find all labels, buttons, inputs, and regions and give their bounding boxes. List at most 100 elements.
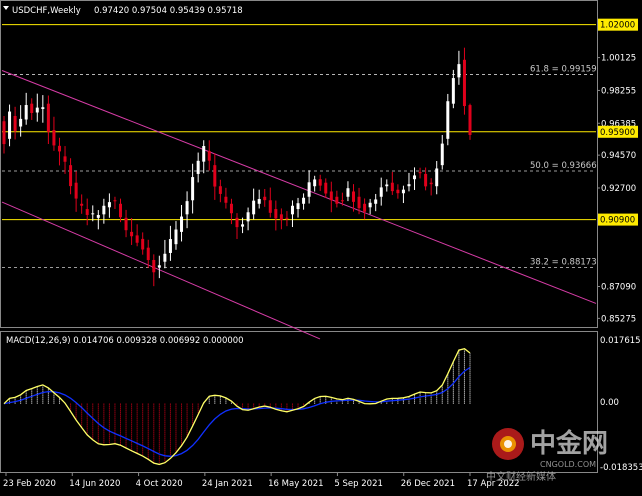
macd-main-line: [3, 347, 471, 466]
macd-axis-zero: 0.00: [600, 398, 619, 408]
candle-body: [96, 215, 100, 218]
watermark-tagline: 中文财经新媒体: [486, 470, 556, 483]
channel-lower-line: [1, 201, 321, 340]
candle-body: [124, 217, 128, 231]
x-tick-label: 16 May 2021: [268, 479, 323, 489]
candle-body: [318, 179, 322, 186]
candle-body: [191, 177, 195, 201]
macd-label: MACD(12,26,9) 0.014706 0.009328 0.006992…: [6, 336, 244, 346]
candle-body: [24, 105, 28, 120]
candle-body: [379, 187, 383, 197]
candle-body: [196, 160, 200, 174]
candle-body: [307, 182, 311, 197]
candle-body: [363, 203, 367, 212]
y-tick-label: 0.85275: [601, 314, 636, 324]
macd-axis-bottom: -0.018353: [600, 463, 642, 473]
candle-body: [252, 200, 256, 215]
candle-body: [274, 209, 278, 219]
y-tick-label: 0.94570: [601, 151, 636, 161]
watermark-brand: 中金网: [530, 428, 608, 459]
candle-body: [446, 101, 450, 139]
chart-svg: USDCHF,Weekly 0.97420 0.97504 0.95439 0.…: [0, 0, 642, 489]
candle-body: [63, 156, 67, 162]
candle-body: [429, 182, 433, 185]
candle-body: [296, 203, 300, 210]
candle-body: [2, 121, 6, 145]
x-tick-label: 26 Dec 2021: [401, 479, 455, 489]
candle-body: [180, 216, 184, 232]
candle-body: [19, 118, 23, 127]
symbol-dropdown-icon[interactable]: [3, 6, 9, 10]
candle-body: [52, 130, 56, 146]
candle-body: [241, 224, 245, 227]
candle-body: [163, 253, 167, 262]
candle-body: [451, 78, 455, 104]
macd-axis-top: 0.017615: [600, 336, 641, 346]
y-tick-label: 0.98255: [601, 86, 636, 96]
candle-body: [130, 231, 134, 237]
price-box-label: 0.90900: [600, 216, 635, 226]
price-box-label: 0.95900: [600, 128, 635, 138]
candle-body: [168, 239, 172, 253]
candle-body: [396, 189, 400, 194]
main-panel-frame: [0, 0, 598, 328]
candle-body: [119, 203, 122, 218]
x-tick-label: 14 Jun 2020: [69, 479, 120, 489]
candle-body: [69, 165, 73, 187]
candle-body: [174, 229, 178, 245]
price-box-label: 1.02000: [600, 21, 635, 31]
macd-signal-line: [3, 366, 471, 457]
candle-body: [407, 184, 411, 187]
fib-label: 50.0 = 0.93666: [530, 161, 597, 171]
watermark-domain: CNGOLD.COM: [540, 460, 596, 469]
candle-body: [152, 259, 156, 273]
chart-symbol: USDCHF,Weekly: [12, 6, 81, 16]
candle-body: [218, 186, 222, 194]
candle-body: [418, 172, 422, 174]
candle-body: [91, 213, 95, 215]
candle-body: [35, 107, 39, 113]
candle-body: [346, 188, 350, 197]
candle-body: [85, 209, 89, 215]
x-tick-label: 24 Jan 2021: [202, 479, 253, 489]
candle-body: [8, 111, 12, 139]
chart-ohlc: 0.97420 0.97504 0.95439 0.95718: [94, 6, 243, 16]
candle-body: [357, 196, 361, 209]
candle-body: [374, 199, 378, 204]
candle-body: [202, 146, 206, 162]
candle-body: [235, 217, 239, 228]
candle-body: [185, 201, 189, 215]
candle-body: [246, 212, 250, 222]
candle-body: [424, 173, 428, 187]
x-tick-label: 5 Sep 2021: [334, 479, 382, 489]
candle-body: [329, 191, 333, 201]
candle-body: [257, 199, 261, 204]
candle-body: [457, 64, 461, 78]
candle-body: [207, 151, 211, 161]
candle-body: [57, 145, 61, 152]
candle-body: [102, 205, 106, 215]
candle-body: [413, 175, 417, 180]
candle-body: [313, 179, 317, 187]
candle-body: [224, 196, 228, 203]
candle-body: [462, 59, 466, 107]
candle-body: [279, 214, 283, 220]
candle-body: [263, 196, 267, 201]
candle-body: [135, 235, 139, 243]
fib-label: 38.2 = 0.88173: [530, 257, 597, 267]
x-tick-label: 23 Feb 2020: [3, 479, 56, 489]
candle-body: [46, 103, 50, 132]
candle-body: [468, 105, 472, 135]
candle-body: [401, 189, 405, 194]
candle-body: [368, 202, 372, 208]
channel-upper-line: [1, 70, 597, 304]
y-tick-label: 0.87090: [601, 282, 636, 292]
candle-body: [302, 197, 306, 204]
cngold-watermark: 中金网 中文财经新媒体 CNGOLD.COM: [486, 428, 608, 483]
candle-body: [74, 182, 78, 199]
candle-body: [324, 182, 328, 194]
candle-body: [41, 107, 45, 109]
candle-body: [113, 200, 117, 202]
candle-body: [335, 196, 339, 204]
y-tick-label: 0.92700: [601, 184, 636, 194]
